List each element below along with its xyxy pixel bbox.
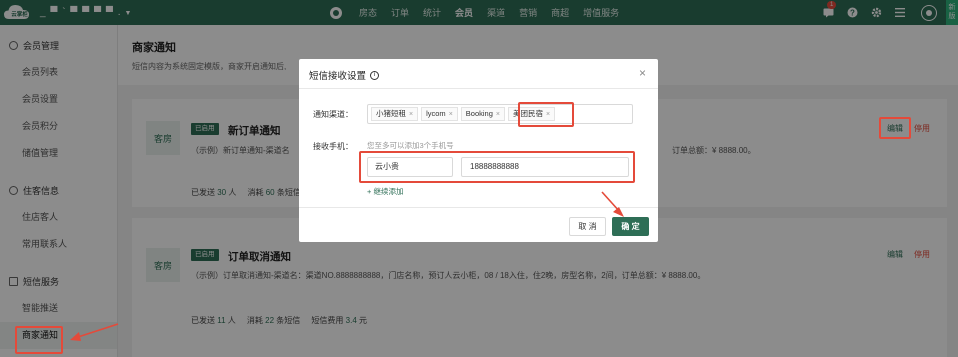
- channel-chip: Booking ×: [460, 107, 505, 121]
- sms-receive-settings-dialog: 短信接收设置 i × 通知渠道： 小猪短租 × lycom × Booking × 美…: [299, 59, 658, 242]
- info-icon[interactable]: i: [370, 70, 380, 80]
- add-more-link[interactable]: + 继续添加: [367, 186, 403, 197]
- phone-hint: 您至多可以添加3个手机号: [367, 141, 454, 150]
- divider: [299, 88, 658, 89]
- dialog-title: 短信接收设置 i: [309, 68, 380, 82]
- channel-label: 通知渠道：: [313, 110, 353, 119]
- chip-close-icon[interactable]: ×: [409, 111, 413, 118]
- channel-chip: lycom ×: [421, 107, 458, 121]
- highlight-box: [879, 117, 911, 139]
- cancel-button[interactable]: 取 消: [569, 217, 606, 236]
- chip-close-icon[interactable]: ×: [496, 111, 500, 118]
- highlight-box: [359, 151, 635, 183]
- chip-close-icon[interactable]: ×: [449, 111, 453, 118]
- channel-multiselect[interactable]: 小猪短租 × lycom × Booking × 美团民宿 ×: [367, 104, 633, 124]
- phone-label: 接收手机：: [313, 142, 353, 151]
- highlight-box: [518, 102, 574, 127]
- confirm-button[interactable]: 确 定: [612, 217, 649, 236]
- channel-chip: 小猪短租 ×: [371, 107, 419, 121]
- divider: [299, 207, 658, 208]
- highlight-box: [15, 326, 63, 354]
- close-icon[interactable]: ×: [639, 66, 646, 80]
